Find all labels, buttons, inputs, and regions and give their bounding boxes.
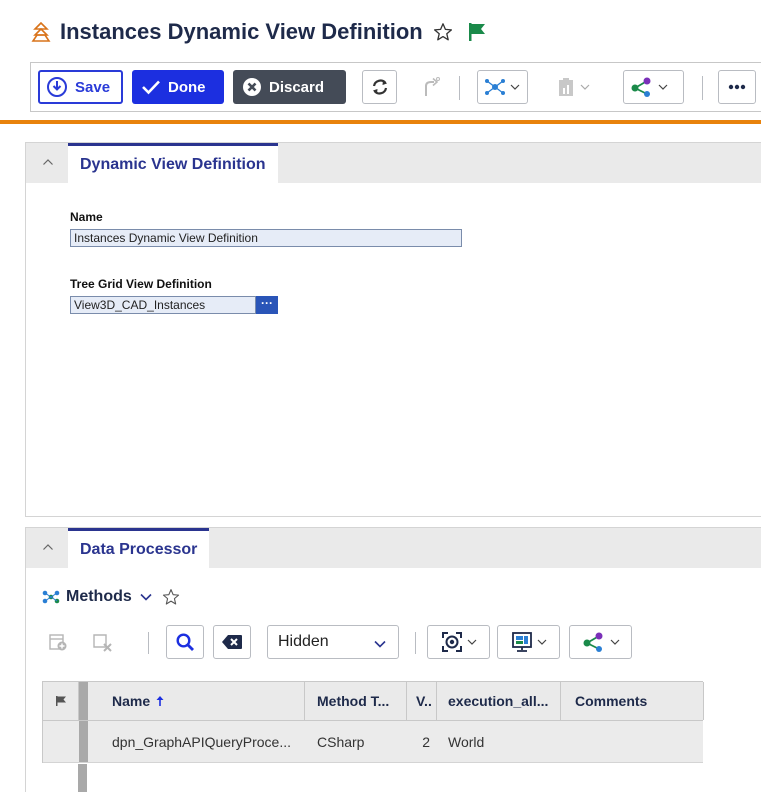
column-header-comments[interactable]: Comments: [561, 682, 704, 720]
save-label: Save: [75, 78, 111, 96]
chevron-down-icon: [537, 639, 546, 645]
ellipsis-icon: [728, 84, 746, 90]
close-circle-icon: [243, 78, 261, 96]
focus-dropdown[interactable]: [427, 625, 490, 659]
remove-item-icon: [93, 634, 112, 652]
row-method-type-cell[interactable]: CSharp: [305, 721, 407, 762]
done-label: Done: [168, 78, 206, 96]
title-bar: Instances Dynamic View Definition: [30, 16, 487, 48]
tab-data-processor[interactable]: Data Processor: [68, 528, 210, 568]
search-icon: [176, 633, 194, 651]
column-header-name[interactable]: Name: [79, 682, 305, 720]
panel-header: Dynamic View Definition: [26, 143, 761, 183]
row-execution-cell[interactable]: World: [437, 721, 561, 762]
methods-relationship-title[interactable]: Methods: [42, 588, 180, 606]
power-icon: [47, 77, 67, 97]
focus-target-icon: [441, 632, 462, 652]
chevron-up-icon[interactable]: [42, 542, 54, 552]
chevron-down-icon: [610, 639, 619, 645]
column-header-execution-allowed[interactable]: execution_all...: [437, 682, 561, 720]
chevron-down-icon: [510, 84, 520, 90]
share-nodes-icon: [583, 632, 602, 652]
flag-icon: [55, 696, 66, 706]
toolbar-separator: [459, 76, 460, 100]
structure-dropdown[interactable]: [477, 70, 528, 104]
redo-arrow-icon: [424, 77, 440, 96]
panel-header: Data Processor: [26, 528, 761, 568]
checkmark-icon: [142, 80, 160, 95]
clear-search-button[interactable]: [213, 625, 251, 659]
grid-header-row: Name Method T... V.. execution_all... Co…: [43, 681, 704, 721]
tab-dynamic-view-definition[interactable]: Dynamic View Definition: [68, 143, 278, 183]
column-header-version[interactable]: V..: [407, 682, 437, 720]
name-label: Name: [70, 210, 103, 224]
chevron-down-icon: [580, 84, 590, 90]
save-button[interactable]: Save: [38, 70, 123, 104]
methods-grid: Name Method T... V.. execution_all... Co…: [42, 681, 704, 763]
clipboard-chart-icon: [559, 78, 573, 96]
share-dropdown[interactable]: [623, 70, 684, 104]
row-comments-cell[interactable]: [561, 721, 704, 762]
reports-dropdown[interactable]: [550, 70, 598, 104]
share-nodes-icon: [631, 77, 651, 97]
chevron-down-icon: [658, 84, 668, 90]
share-dropdown[interactable]: [569, 625, 632, 659]
main-toolbar: Save Done Discard: [30, 62, 761, 112]
name-field[interactable]: Instances Dynamic View Definition: [70, 229, 462, 247]
monitor-layout-icon: [511, 632, 532, 652]
toolbar-separator: [702, 76, 703, 100]
column-header-label: Name: [112, 693, 151, 709]
stacked-boxes-icon: [31, 21, 51, 42]
add-table-icon: [49, 634, 67, 651]
tree-grid-browse-button[interactable]: ···: [256, 296, 278, 314]
relationship-icon: [42, 590, 60, 604]
visibility-filter-select[interactable]: Hidden: [267, 625, 399, 659]
add-row-button[interactable]: [42, 625, 74, 659]
dynamic-view-definition-panel: Dynamic View Definition Name Instances D…: [25, 142, 761, 517]
chevron-up-icon[interactable]: [42, 157, 54, 167]
column-header-method-type[interactable]: Method T...: [305, 682, 407, 720]
favorite-star-icon[interactable]: [162, 588, 180, 606]
more-options-button[interactable]: [718, 70, 756, 104]
backspace-clear-icon: [222, 635, 242, 649]
search-button[interactable]: [166, 625, 204, 659]
row-name-cell[interactable]: dpn_GraphAPIQueryProce...: [79, 721, 305, 762]
row-version-cell[interactable]: 2: [407, 721, 437, 762]
refresh-icon: [372, 79, 387, 95]
methods-label: Methods: [66, 588, 132, 605]
structure-network-icon: [485, 79, 505, 95]
favorite-star-icon[interactable]: [433, 22, 453, 42]
remove-row-button[interactable]: [86, 625, 120, 659]
tree-grid-label: Tree Grid View Definition: [70, 277, 212, 291]
chevron-down-icon: [467, 639, 476, 645]
chevron-down-icon[interactable]: [140, 593, 152, 601]
redo-button[interactable]: [412, 70, 447, 104]
sort-ascending-icon: [156, 696, 164, 706]
page-title: Instances Dynamic View Definition: [60, 19, 423, 44]
flag-column-header[interactable]: [43, 682, 79, 720]
visibility-filter-value: Hidden: [278, 633, 329, 650]
discard-button[interactable]: Discard: [233, 70, 346, 104]
data-processor-panel: Data Processor Methods Hidden Name Metho…: [25, 527, 761, 792]
tree-grid-field[interactable]: View3D_CAD_Instances: [70, 296, 256, 314]
row-flag-cell[interactable]: [43, 721, 79, 762]
discard-label: Discard: [269, 78, 325, 96]
item-header: Instances Dynamic View Definition Save D…: [0, 0, 761, 124]
toolbar-separator: [148, 632, 149, 654]
chevron-down-icon: [374, 640, 386, 648]
toolbar-separator: [415, 632, 416, 654]
view-dropdown[interactable]: [497, 625, 560, 659]
refresh-button[interactable]: [362, 70, 397, 104]
table-row[interactable]: dpn_GraphAPIQueryProce... CSharp 2 World: [43, 721, 703, 763]
tree-line: [78, 764, 87, 792]
done-button[interactable]: Done: [132, 70, 224, 104]
flag-icon[interactable]: [467, 21, 487, 43]
